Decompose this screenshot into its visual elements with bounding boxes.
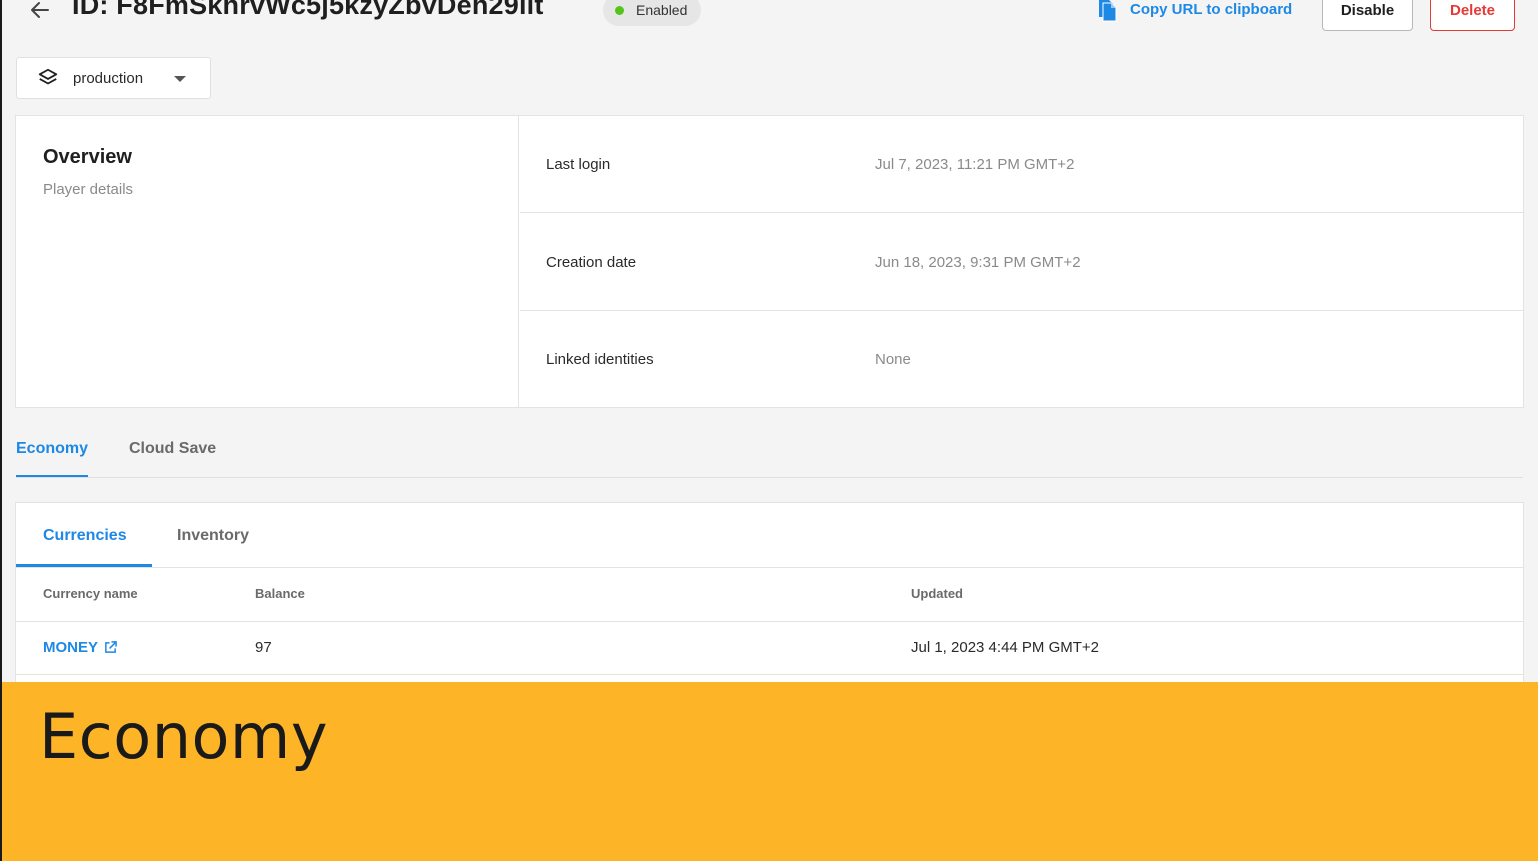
- detail-row-creation-date: Creation date Jun 18, 2023, 9:31 PM GMT+…: [520, 214, 1523, 311]
- detail-value: Jun 18, 2023, 9:31 PM GMT+2: [875, 254, 1081, 271]
- table-row: MONEY 97 Jul 1, 2023 4:44 PM GMT+2: [16, 622, 1523, 675]
- layers-icon: [38, 68, 58, 85]
- economy-sub-tabs: Currencies Inventory: [16, 503, 1523, 568]
- detail-row-linked-identities: Linked identities None: [520, 311, 1523, 408]
- external-link-icon: [105, 641, 117, 653]
- page-header: ID: F8FmSkhrvWc5j5kzyZbvDeh29iit Enabled…: [0, 0, 1538, 38]
- detail-value: None: [875, 351, 911, 368]
- environment-select[interactable]: production: [16, 57, 211, 99]
- disable-button[interactable]: Disable: [1322, 0, 1413, 31]
- copy-document-icon: [1099, 0, 1117, 22]
- overview-summary: Overview Player details: [16, 116, 519, 407]
- tab-cloud-save[interactable]: Cloud Save: [129, 440, 216, 477]
- currencies-card: Currencies Inventory Currency name Balan…: [15, 502, 1524, 702]
- overview-card: Overview Player details Last login Jul 7…: [15, 115, 1524, 408]
- active-tab-indicator: [16, 564, 152, 567]
- detail-label: Linked identities: [546, 351, 654, 368]
- status-label: Enabled: [636, 2, 688, 18]
- column-header-currency-name[interactable]: Currency name: [43, 586, 138, 601]
- tab-economy[interactable]: Economy: [16, 440, 89, 477]
- currency-name: MONEY: [43, 639, 99, 656]
- table-header: Currency name Balance Updated: [16, 568, 1523, 622]
- page-title: ID: F8FmSkhrvWc5j5kzyZbvDeh29iit: [72, 0, 544, 20]
- detail-label: Creation date: [546, 254, 637, 271]
- copy-url-label: Copy URL to clipboard: [1130, 0, 1293, 18]
- delete-button[interactable]: Delete: [1430, 0, 1515, 31]
- detail-label: Last login: [546, 156, 611, 173]
- back-arrow-icon[interactable]: [28, 0, 52, 22]
- detail-row-last-login: Last login Jul 7, 2023, 11:21 PM GMT+2: [520, 116, 1523, 213]
- tab-currencies[interactable]: Currencies: [43, 527, 127, 545]
- detail-value: Jul 7, 2023, 11:21 PM GMT+2: [875, 156, 1075, 173]
- column-header-updated[interactable]: Updated: [911, 586, 963, 601]
- caption-text: Economy: [39, 700, 329, 773]
- currency-link[interactable]: MONEY: [43, 639, 117, 656]
- environment-value: production: [73, 69, 144, 87]
- tab-inventory[interactable]: Inventory: [177, 527, 249, 545]
- chevron-down-icon: [174, 76, 186, 82]
- copy-url-button[interactable]: Copy URL to clipboard: [1096, 0, 1292, 22]
- column-header-balance[interactable]: Balance: [255, 586, 305, 601]
- status-badge: Enabled: [603, 0, 702, 26]
- currency-updated: Jul 1, 2023 4:44 PM GMT+2: [911, 639, 1100, 656]
- status-dot-icon: [615, 5, 624, 15]
- main-tabs: Economy Cloud Save: [16, 430, 1523, 478]
- overview-title: Overview: [43, 146, 132, 168]
- currency-balance: 97: [255, 639, 272, 656]
- overview-subtitle: Player details: [43, 181, 134, 198]
- caption-banner: Economy: [2, 682, 1538, 861]
